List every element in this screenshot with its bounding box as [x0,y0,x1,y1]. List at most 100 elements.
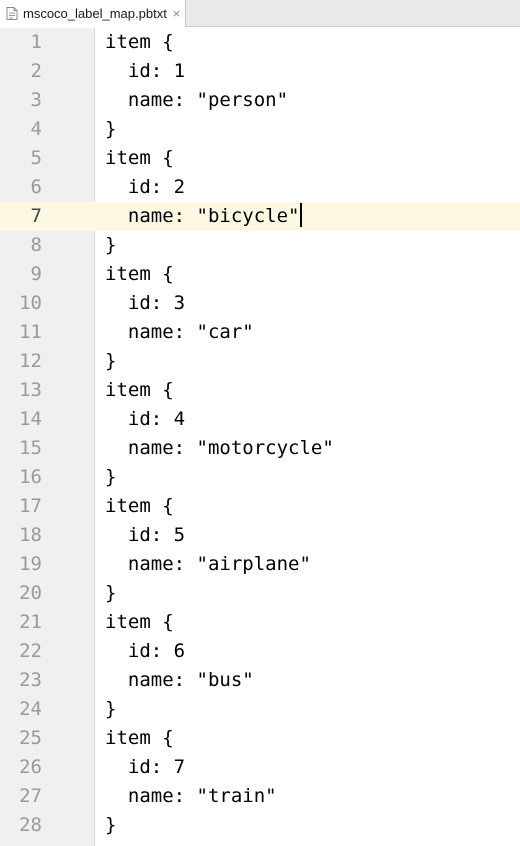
tab-bar: mscoco_label_map.pbtxt × [0,0,520,27]
line-number-cell: 6 [0,173,94,202]
code-line[interactable]: 19 name: "airplane" [0,550,520,579]
tab-label: mscoco_label_map.pbtxt [23,6,167,21]
code-line[interactable]: 22 id: 6 [0,637,520,666]
code-line[interactable]: 25 item { [0,724,520,753]
line-number: 16 [19,466,42,488]
code-line[interactable]: 9 item { [0,260,520,289]
line-number-cell: 18 [0,521,94,550]
code-line[interactable]: 23 name: "bus" [0,666,520,695]
line-number-cell: 8 [0,231,94,260]
line-number-cell: 15 [0,434,94,463]
line-number: 1 [30,31,42,53]
line-text-content: name: "airplane" [105,553,311,575]
line-number-cell: 1 [0,28,94,57]
line-text: } [105,695,116,724]
line-text-content: name: "car" [105,321,254,343]
line-number-cell: 14 [0,405,94,434]
code-line[interactable]: 4} [0,115,520,144]
code-line[interactable]: 6 id: 2 [0,173,520,202]
code-lines: 1 item {2 id: 13 name: "person" 4} 5 item {6… [0,28,520,840]
line-text-content: } [105,350,117,372]
line-number: 13 [19,379,42,401]
code-line[interactable]: 14 id: 4 [0,405,520,434]
line-number: 27 [19,785,42,807]
code-line[interactable]: 20} [0,579,520,608]
line-number: 12 [19,350,42,372]
line-text-content: } [105,118,117,140]
line-number-cell: 3 [0,86,94,115]
code-line[interactable]: 5 item { [0,144,520,173]
code-line[interactable]: 15 name: "motorcycle" [0,434,520,463]
code-line[interactable]: 3 name: "person" [0,86,520,115]
line-text-content: item { [105,263,174,285]
line-text: } [105,347,116,376]
line-text-content: name: "train" [105,785,277,807]
text-caret [300,202,303,227]
code-line[interactable]: 16} [0,463,520,492]
line-number: 24 [19,698,42,720]
code-line[interactable]: 1 item { [0,28,520,57]
line-number-cell: 12 [0,347,94,376]
line-number-cell: 19 [0,550,94,579]
line-text: item { [105,376,174,405]
line-text: } [105,463,116,492]
code-line[interactable]: 11 name: "car" [0,318,520,347]
line-number-cell: 5 [0,144,94,173]
line-number-cell: 10 [0,289,94,318]
line-number: 26 [19,756,42,778]
line-text: } [105,579,116,608]
line-number: 3 [30,89,42,111]
line-number-cell: 4 [0,115,94,144]
editor-window: mscoco_label_map.pbtxt × 1 item {2 id: 13… [0,0,520,846]
line-number: 10 [19,292,42,314]
code-line[interactable]: 12} [0,347,520,376]
code-line[interactable]: 8} [0,231,520,260]
code-line[interactable]: 26 id: 7 [0,753,520,782]
line-text-content: } [105,814,117,836]
line-number: 21 [19,611,42,633]
tab-mscoco-label-map[interactable]: mscoco_label_map.pbtxt × [0,0,186,27]
line-text: } [105,811,116,840]
line-number: 20 [19,582,42,604]
line-number: 2 [30,60,42,82]
line-text-content: } [105,582,117,604]
line-number: 19 [19,553,42,575]
code-line[interactable]: 2 id: 1 [0,57,520,86]
line-text: } [105,231,116,260]
code-line[interactable]: 13 item { [0,376,520,405]
line-number-cell: 13 [0,376,94,405]
line-number-cell: 24 [0,695,94,724]
code-line[interactable]: 7 name: "bicycle" [0,202,520,231]
code-line[interactable]: 17 item { [0,492,520,521]
code-line[interactable]: 21 item { [0,608,520,637]
line-number: 17 [19,495,42,517]
line-text-content: id: 5 [105,524,186,546]
line-number: 14 [19,408,42,430]
line-text-content: item { [105,31,174,53]
code-line[interactable]: 10 id: 3 [0,289,520,318]
line-number: 8 [30,234,42,256]
line-text: item { [105,260,174,289]
line-number-cell: 7 [0,202,94,231]
line-number: 15 [19,437,42,459]
line-text: id: 6 [105,637,185,666]
code-line[interactable]: 27 name: "train" [0,782,520,811]
line-number-cell: 25 [0,724,94,753]
line-text-content: item { [105,147,174,169]
code-line[interactable]: 24} [0,695,520,724]
code-line[interactable]: 28} [0,811,520,840]
line-text-content: item { [105,379,174,401]
line-number: 23 [19,669,42,691]
line-text-content: } [105,698,117,720]
line-text: name: "car" [105,318,254,347]
line-text: item { [105,492,174,521]
code-line[interactable]: 18 id: 5 [0,521,520,550]
line-number-cell: 20 [0,579,94,608]
close-icon[interactable]: × [172,7,181,20]
line-text-content: item { [105,611,174,633]
line-number: 7 [30,205,42,227]
code-editor[interactable]: 1 item {2 id: 13 name: "person" 4} 5 item {6… [0,28,520,846]
line-text-content: id: 1 [105,60,186,82]
line-number-cell: 26 [0,753,94,782]
line-text: name: "motorcycle" [105,434,334,463]
